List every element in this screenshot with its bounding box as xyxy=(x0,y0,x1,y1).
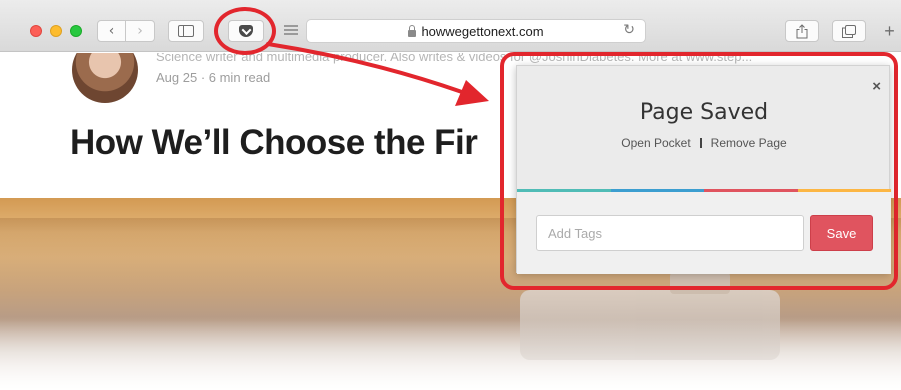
annotation-circle xyxy=(214,7,276,55)
chevron-right-icon: › xyxy=(137,23,143,39)
link-separator xyxy=(699,138,702,148)
share-button[interactable] xyxy=(785,20,819,42)
popup-title: Page Saved xyxy=(639,100,769,125)
sidebar-button[interactable] xyxy=(168,20,204,42)
remove-page-link[interactable]: Remove Page xyxy=(711,136,787,150)
tabs-icon xyxy=(842,24,856,38)
close-icon[interactable]: × xyxy=(872,78,881,95)
reader-icon[interactable] xyxy=(284,25,298,37)
add-tags-input[interactable] xyxy=(536,215,804,251)
avatar[interactable] xyxy=(72,53,138,103)
pocket-popup: × Page Saved Open Pocket Remove Page Sav… xyxy=(516,65,891,274)
reload-icon[interactable]: ↻ xyxy=(623,22,635,38)
share-icon xyxy=(796,23,808,38)
browser-toolbar: ‹ › howwegettonext.com ↻ + xyxy=(0,0,901,52)
sidebar-icon xyxy=(178,25,194,37)
url-text: howwegettonext.com xyxy=(421,23,544,39)
plus-icon: + xyxy=(884,20,895,41)
open-pocket-link[interactable]: Open Pocket xyxy=(621,136,690,150)
new-tab-button[interactable]: + xyxy=(878,20,901,42)
navigation-buttons: ‹ › xyxy=(97,20,155,42)
forward-button[interactable]: › xyxy=(126,20,155,42)
popup-links: Open Pocket Remove Page xyxy=(517,136,891,150)
minimize-window-button[interactable] xyxy=(50,25,62,37)
zoom-window-button[interactable] xyxy=(70,25,82,37)
post-meta: Aug 25 · 6 min read xyxy=(156,70,271,85)
chevron-left-icon: ‹ xyxy=(108,23,115,39)
lock-icon xyxy=(408,24,417,37)
article-headline: How We’ll Choose the Fir xyxy=(70,123,478,162)
tabs-button[interactable] xyxy=(832,20,866,42)
close-window-button[interactable] xyxy=(30,25,42,37)
address-bar[interactable]: howwegettonext.com ↻ xyxy=(306,19,646,43)
save-button[interactable]: Save xyxy=(810,215,873,251)
popup-tags-area: Save xyxy=(517,192,891,274)
back-button[interactable]: ‹ xyxy=(97,20,126,42)
